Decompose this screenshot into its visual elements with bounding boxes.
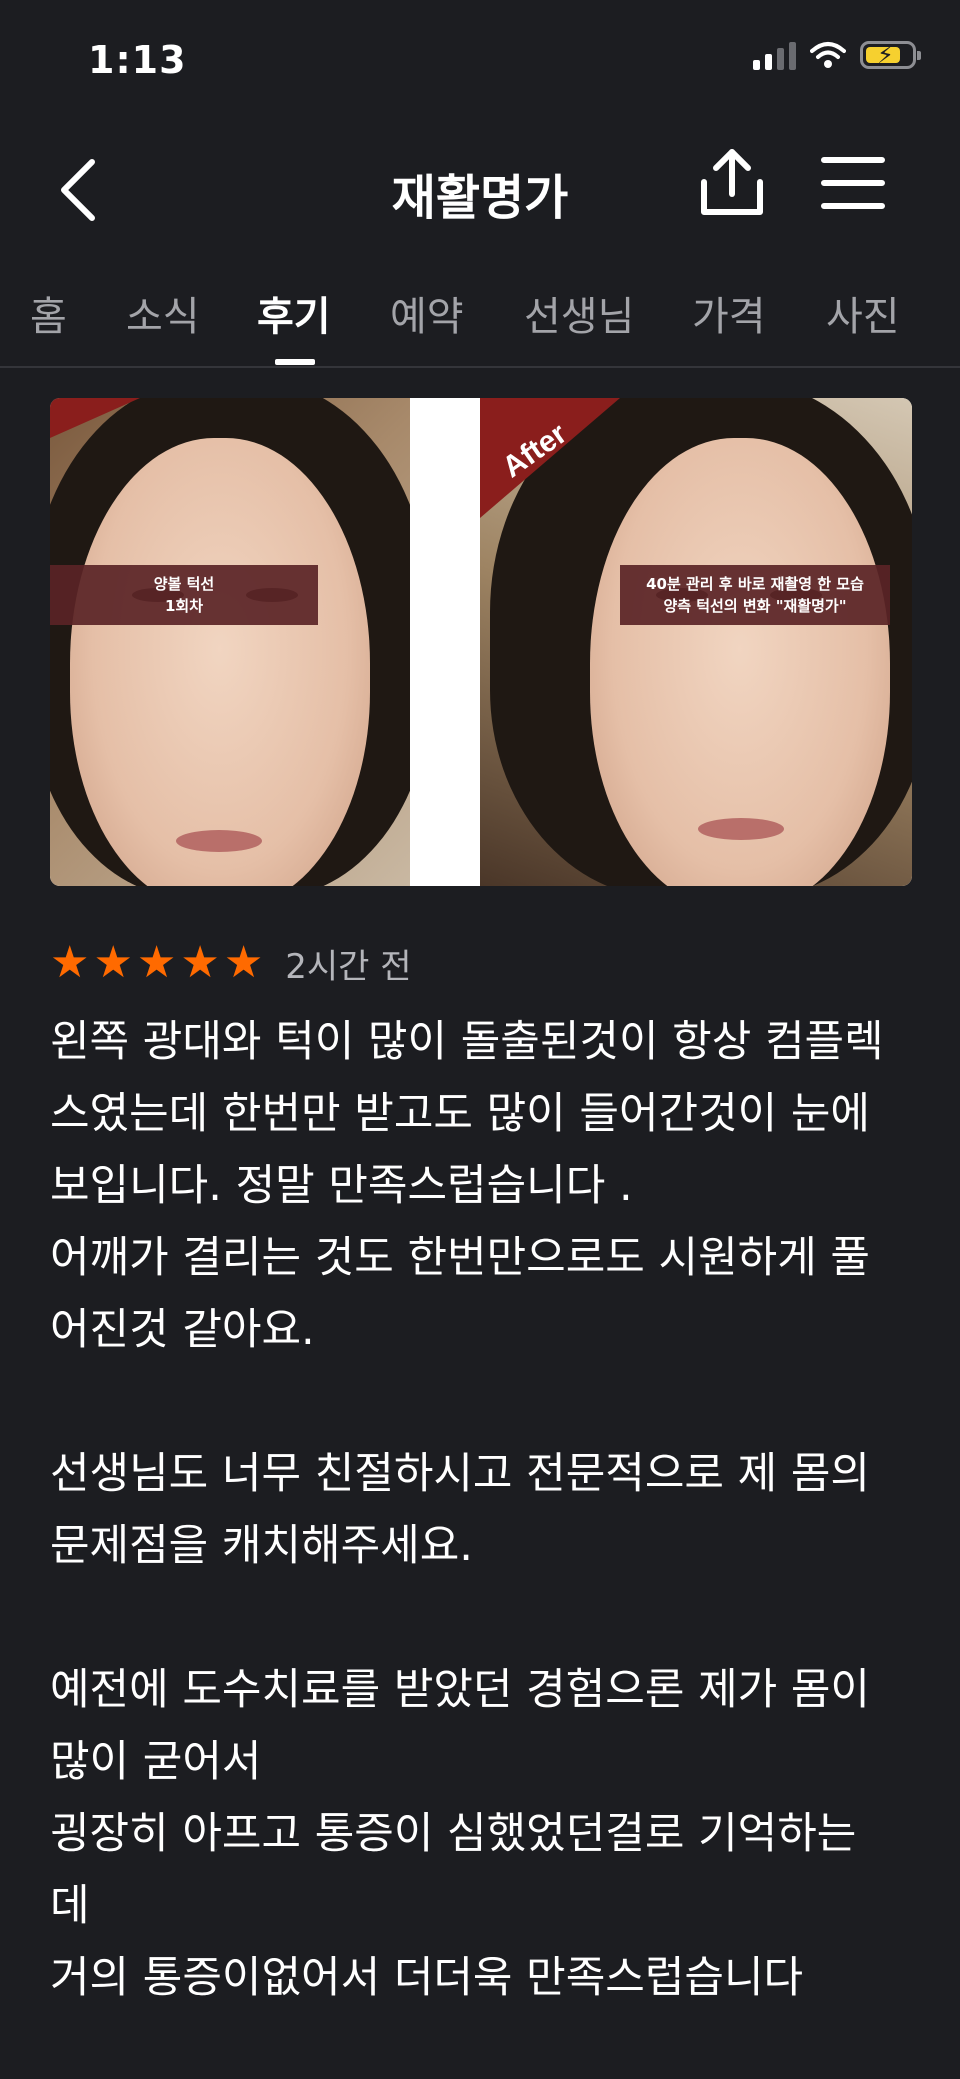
tab-news[interactable]: 소식 [126, 284, 200, 342]
star-rating: ★ ★ ★ ★ ★ [50, 941, 263, 985]
star-icon: ★ [50, 937, 90, 988]
battery-icon: ⚡ [860, 41, 921, 69]
after-caption: 40분 관리 후 바로 재촬영 한 모습 양측 턱선의 변화 "재활명가" [620, 565, 890, 625]
app-header: 재활명가 [0, 110, 960, 260]
review-photo[interactable]: 양볼 턱선 1회차 After 40분 관리 후 바로 재촬영 한 모습 양측 … [50, 398, 912, 886]
active-tab-indicator [275, 359, 315, 365]
tab-reviews[interactable]: 후기 [257, 284, 331, 342]
page-title: 재활명가 [391, 170, 569, 226]
review-text: 왼쪽 광대와 턱이 많이 돌출된것이 항상 컴플렉 스였는데 한번만 받고도 많… [50, 1017, 884, 2003]
corner-ribbon [50, 398, 140, 438]
status-time: 1:13 [88, 38, 187, 82]
star-icon: ★ [180, 937, 220, 988]
share-button[interactable] [694, 144, 770, 224]
star-icon: ★ [223, 937, 264, 988]
tab-teachers[interactable]: 선생님 [524, 284, 634, 342]
menu-button[interactable] [818, 150, 888, 216]
before-photo-panel: 양볼 턱선 1회차 [50, 398, 410, 886]
share-icon [701, 149, 763, 215]
star-icon: ★ [93, 937, 133, 988]
status-icons: ⚡ [753, 40, 921, 70]
tab-price[interactable]: 가격 [692, 284, 766, 342]
tab-bar: 홈 소식 후기 예약 선생님 가격 사진 [0, 260, 960, 368]
tab-photos[interactable]: 사진 [826, 284, 900, 342]
rating-row: ★ ★ ★ ★ ★ 2시간 전 [50, 938, 412, 988]
cellular-signal-icon [753, 40, 796, 70]
before-caption: 양볼 턱선 1회차 [50, 565, 318, 625]
tab-home[interactable]: 홈 [30, 284, 67, 342]
star-icon: ★ [136, 937, 177, 988]
after-photo-panel: After 40분 관리 후 바로 재촬영 한 모습 양측 턱선의 변화 "재활… [480, 398, 912, 886]
wifi-icon [810, 42, 846, 68]
tab-booking[interactable]: 예약 [390, 284, 464, 342]
status-bar: 1:13 ⚡ [0, 0, 960, 110]
hamburger-menu-icon [821, 157, 885, 209]
review-time: 2시간 전 [285, 946, 412, 987]
